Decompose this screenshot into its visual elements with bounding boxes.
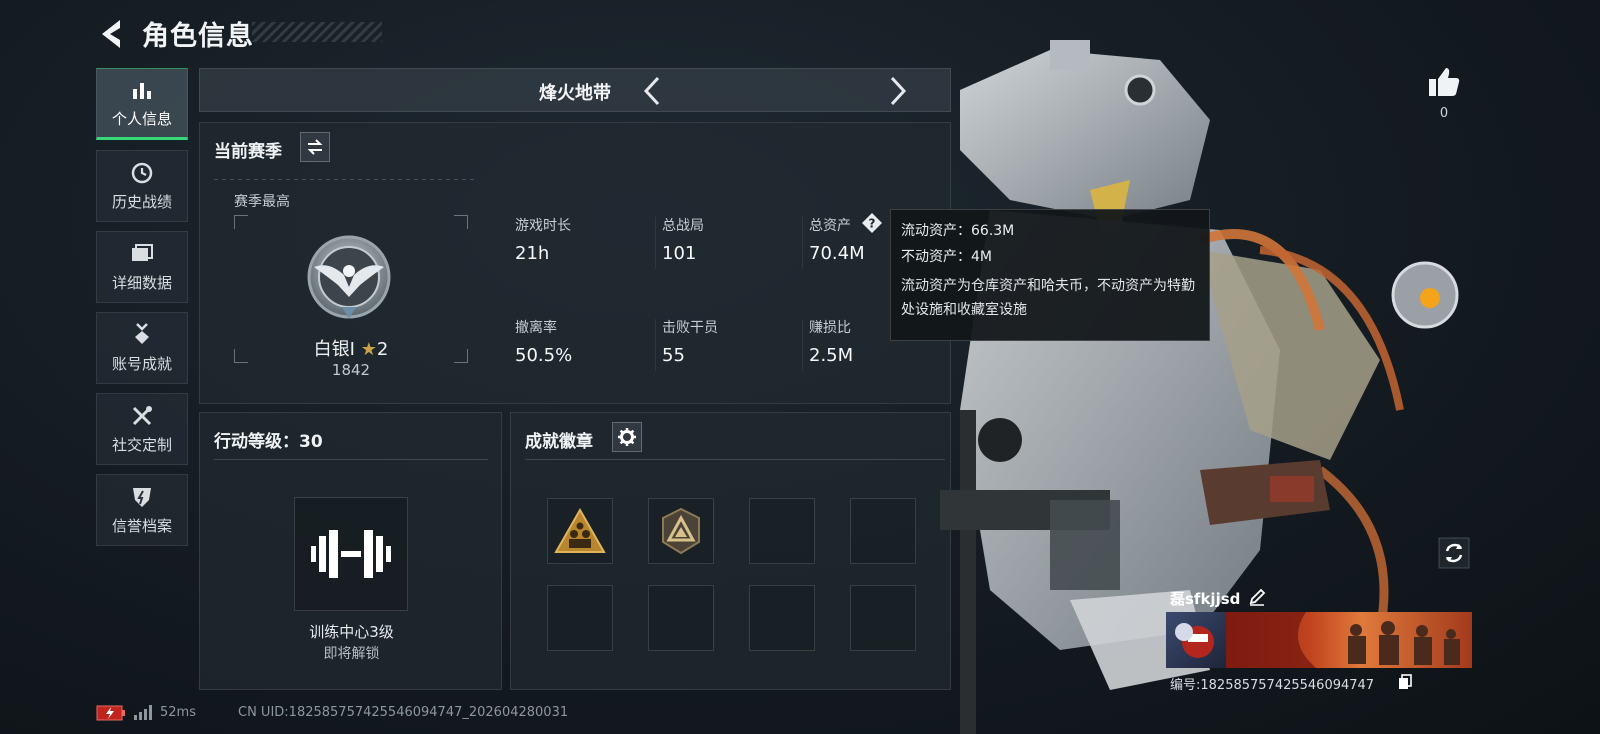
edit-pencil-icon[interactable] — [1248, 588, 1266, 606]
shield-icon — [133, 488, 151, 507]
sidebar-item-label: 账号成就 — [111, 355, 172, 373]
season-title: 当前赛季 — [214, 142, 282, 162]
uid-text: CN UID:182585757425546094747_20260428003… — [238, 705, 569, 720]
help-icon[interactable]: ? — [861, 212, 883, 234]
sidebar-item-label: 社交定制 — [111, 436, 172, 454]
rank-stars: 2 — [376, 339, 389, 360]
badge-slot-1[interactable] — [547, 498, 613, 564]
medal-icon — [135, 323, 149, 344]
back-arrow-icon[interactable] — [96, 16, 128, 52]
action-level-panel: 行动等级：30 训练中心3级 即将解锁 — [199, 412, 502, 690]
banner-image — [1226, 612, 1460, 668]
battery-icon — [96, 705, 125, 721]
svg-text:?: ? — [869, 217, 876, 231]
stat-operators-defeated: 击败干员 55 — [662, 320, 718, 366]
player-banner[interactable] — [1226, 612, 1472, 668]
stat-play-time: 游戏时长 21h — [515, 218, 571, 264]
sidebar-item-history[interactable]: 历史战绩 — [96, 150, 188, 222]
training-center-card[interactable] — [294, 497, 408, 611]
training-center-name: 训练中心3级 — [309, 623, 394, 641]
badge-slot-6[interactable] — [648, 585, 714, 651]
stat-total-matches: 总战局 101 — [662, 218, 704, 264]
avatar[interactable] — [1166, 612, 1226, 668]
sidebar-item-label: 历史战绩 — [111, 193, 172, 211]
badge-slot-7[interactable] — [749, 585, 815, 651]
history-icon — [131, 162, 153, 184]
rank-badge-icon — [307, 235, 391, 319]
sidebar-item-label: 信誉档案 — [111, 517, 172, 535]
rank-score: 1842 — [331, 361, 371, 379]
rank-name: 白银I ★2 — [200, 335, 502, 361]
action-level-title: 行动等级：30 — [214, 432, 323, 452]
ping-text: 52ms — [160, 705, 196, 720]
sidebar-item-detailed-data[interactable]: 详细数据 — [96, 231, 188, 303]
tooltip-liquid-assets: 流动资产：66.3M — [901, 223, 1015, 239]
sidebar-item-label: 详细数据 — [111, 274, 172, 292]
badge-slot-5[interactable] — [547, 585, 613, 651]
rank-shield-badge-icon — [662, 508, 700, 554]
achievement-badges-title: 成就徽章 — [525, 432, 593, 452]
folder-icon — [132, 244, 153, 261]
season-switch-button[interactable] — [300, 132, 330, 162]
badge-settings-button[interactable] — [612, 422, 642, 452]
sidebar-item-personal-info[interactable]: 个人信息 — [96, 68, 188, 140]
achievement-badges-panel: 成就徽章 — [510, 412, 951, 690]
season-best-label: 赛季最高 — [234, 194, 290, 210]
sidebar-item-social-custom[interactable]: 社交定制 — [96, 393, 188, 465]
player-id: 编号:1825857574255460947​47 — [1170, 678, 1375, 693]
player-card: 磊sfkjjsd — [1166, 586, 1472, 670]
star-icon: ★ — [360, 339, 377, 360]
gear-icon — [618, 428, 636, 446]
stat-extract-rate: 撤离率 50.5% — [515, 320, 573, 366]
bar-chart-icon — [133, 83, 151, 99]
rank-name-text: 白银I — [313, 339, 355, 360]
divider — [214, 459, 488, 460]
rotate-icon[interactable] — [1438, 537, 1470, 569]
mode-selector: 烽火地带 — [199, 68, 951, 112]
swap-icon — [307, 139, 323, 155]
copy-icon[interactable] — [1398, 674, 1412, 690]
like-count: 0 — [1439, 106, 1449, 121]
title-decoration — [252, 22, 382, 42]
mode-name: 烽火地带 — [539, 83, 611, 104]
badge-slot-3[interactable] — [749, 498, 815, 564]
tooltip-fixed-assets: 不动资产：4M — [901, 249, 992, 265]
squad-badge-icon — [554, 508, 606, 553]
sidebar-item-label: 个人信息 — [111, 110, 172, 128]
page-title: 角色信息 — [142, 21, 254, 52]
stat-total-assets: 总资产 70.4M — [809, 218, 865, 264]
avatar-image — [1175, 623, 1214, 658]
divider — [525, 459, 945, 460]
season-panel: 当前赛季 赛季最高 白银I ★2 1842 游戏时长 21h 总战局 101 总资产… — [199, 122, 951, 404]
assets-tooltip: 流动资产：66.3M 不动资产：4M 流动资产为仓库资产和哈夫币，不动资产为特勤… — [890, 209, 1210, 341]
player-name: 磊sfkjjsd — [1170, 590, 1241, 608]
tools-icon — [132, 406, 152, 426]
training-center-status: 即将解锁 — [323, 646, 380, 662]
sidebar-item-reputation[interactable]: 信誉档案 — [96, 474, 188, 546]
signal-icon — [134, 705, 152, 720]
dumbbell-icon — [311, 530, 391, 578]
thumbs-up-icon[interactable] — [1426, 64, 1462, 100]
badge-slot-2[interactable] — [648, 498, 714, 564]
sidebar-item-achievements[interactable]: 账号成就 — [96, 312, 188, 384]
tooltip-description: 流动资产为仓库资产和哈夫币，不动资产为特勤处设施和收藏室设施 — [901, 278, 1195, 318]
divider — [214, 179, 474, 180]
stat-profit-loss: 赚损比 2.5M — [809, 320, 854, 366]
